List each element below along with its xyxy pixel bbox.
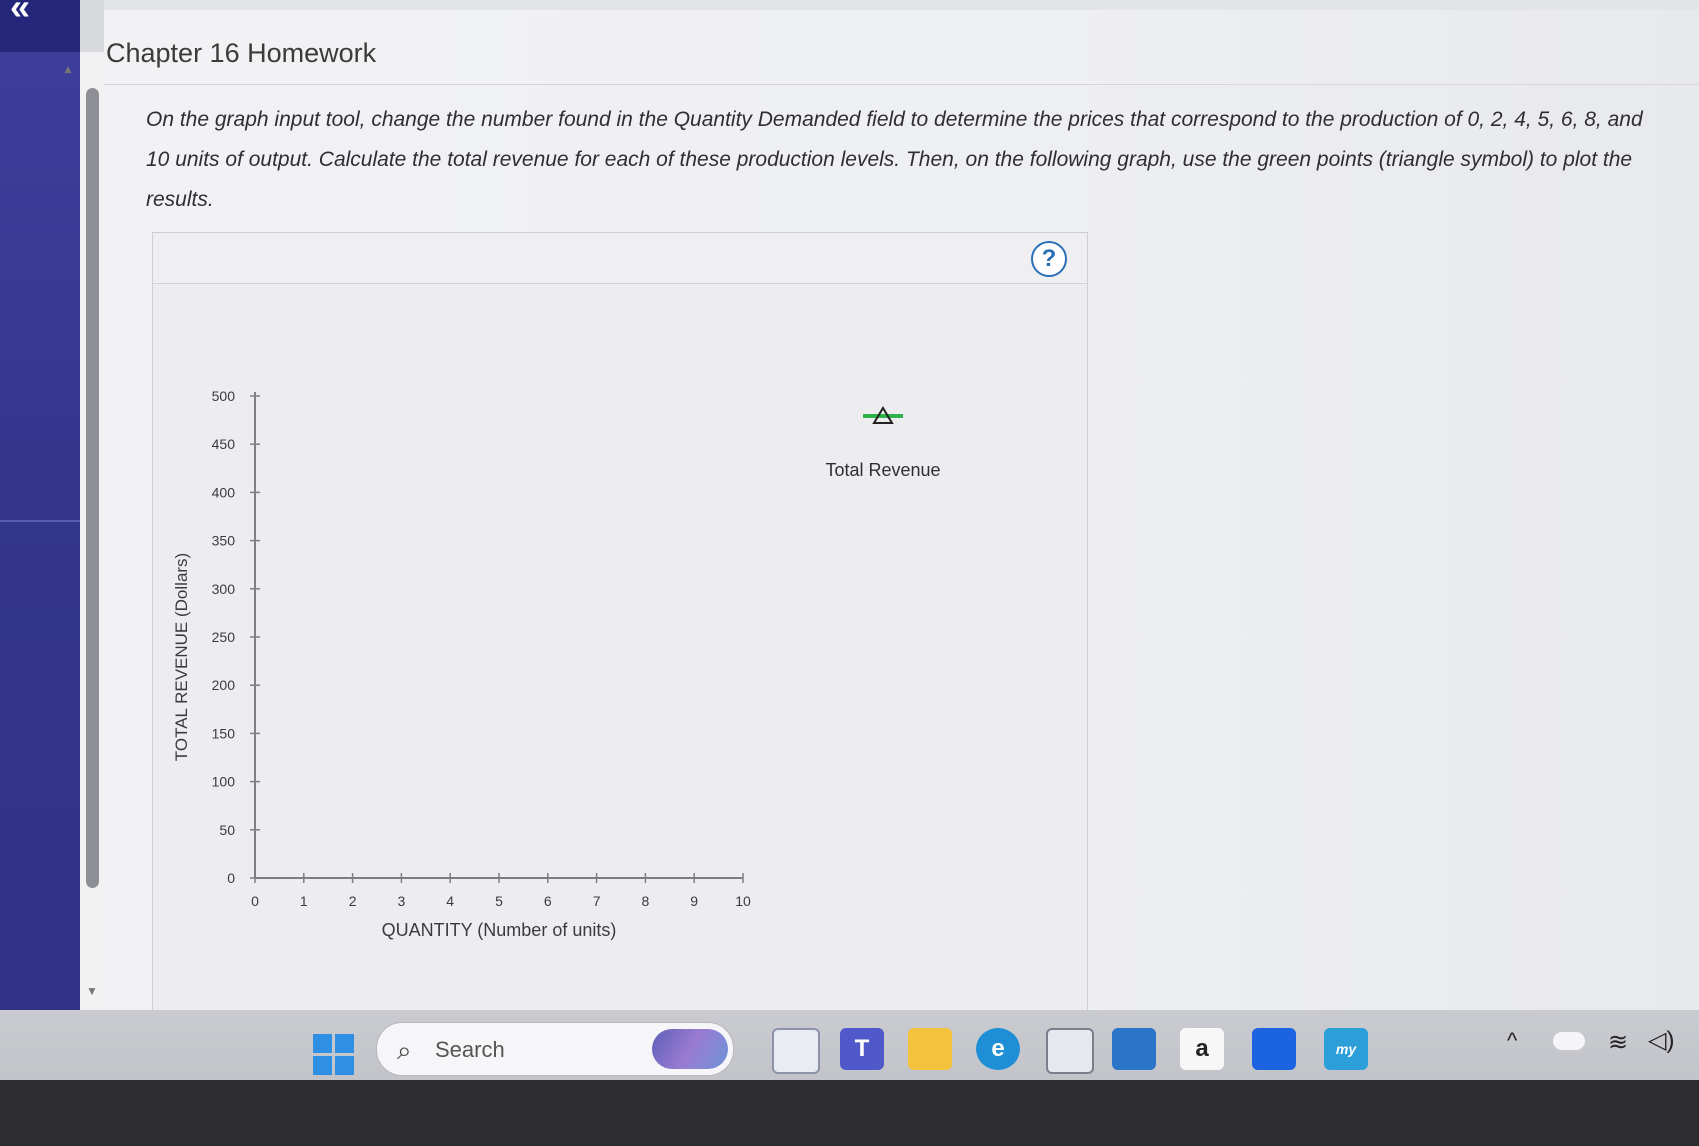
y-tick-label: 200 xyxy=(212,677,236,693)
y-tick-label: 250 xyxy=(212,629,236,645)
x-tick-label: 9 xyxy=(690,893,698,909)
onedrive-icon[interactable] xyxy=(1553,1032,1585,1050)
task-view-icon[interactable] xyxy=(772,1028,820,1074)
wifi-icon[interactable]: ≋ xyxy=(1608,1028,1628,1057)
y-tick-label: 500 xyxy=(212,388,236,404)
y-tick-label: 50 xyxy=(219,822,235,838)
y-tick-label: 300 xyxy=(212,581,236,597)
taskbar-search-input[interactable]: ⌕ Search xyxy=(376,1022,734,1076)
x-tick-label: 7 xyxy=(593,893,601,909)
title-divider xyxy=(104,84,1699,85)
x-tick-label: 5 xyxy=(495,893,503,909)
legend-label: Total Revenue xyxy=(825,460,940,480)
store-icon[interactable] xyxy=(1046,1028,1094,1074)
y-tick-label: 150 xyxy=(212,725,236,741)
teams-icon[interactable]: T xyxy=(840,1028,884,1070)
y-tick-label: 0 xyxy=(227,870,235,886)
page-title: Chapter 16 Homework xyxy=(106,38,377,68)
x-tick-label: 0 xyxy=(251,893,259,909)
desk-background xyxy=(0,1080,1699,1146)
mylab-icon[interactable]: my xyxy=(1324,1028,1368,1070)
x-tick-label: 8 xyxy=(642,893,650,909)
mail-icon[interactable] xyxy=(1112,1028,1156,1070)
y-tick-label: 400 xyxy=(212,484,236,500)
graph-panel-header: ? xyxy=(153,233,1087,284)
edge-icon[interactable]: e xyxy=(976,1028,1020,1070)
x-tick-label: 4 xyxy=(446,893,454,909)
volume-icon[interactable]: ◁) xyxy=(1648,1026,1674,1055)
left-sidebar: « xyxy=(0,0,80,1010)
x-tick-label: 6 xyxy=(544,893,552,909)
y-tick-label: 350 xyxy=(212,533,236,549)
dropbox-icon[interactable] xyxy=(1252,1028,1296,1070)
x-tick-label: 2 xyxy=(349,893,357,909)
y-axis-title: TOTAL REVENUE (Dollars) xyxy=(172,553,191,761)
tray-overflow-chevron-icon[interactable]: ^ xyxy=(1507,1028,1517,1054)
windows-start-icon[interactable] xyxy=(313,1034,355,1076)
search-placeholder: Search xyxy=(435,1037,505,1062)
help-button[interactable]: ? xyxy=(1031,241,1067,277)
scroll-down-arrow-icon[interactable]: ▼ xyxy=(86,984,98,998)
total-revenue-chart[interactable]: 0 50 100 150 200 250 300 350 400 450 500 0 1 2 3 4 5 6 7 8… xyxy=(153,284,1087,1010)
amazon-icon[interactable]: a xyxy=(1180,1028,1224,1070)
sidebar-divider xyxy=(0,520,80,522)
search-highlight-image xyxy=(652,1029,728,1069)
graph-input-panel: ? 0 50 100 150 200 250 300 350 400 450 500 0 1 2 3 4 5 6… xyxy=(152,232,1088,1012)
x-tick-label: 10 xyxy=(735,893,751,909)
collapse-chevron-icon[interactable]: « xyxy=(10,0,30,28)
x-tick-label: 1 xyxy=(300,893,308,909)
search-icon: ⌕ xyxy=(397,1035,412,1065)
y-tick-label: 100 xyxy=(212,774,236,790)
scrollbar-thumb[interactable] xyxy=(86,88,99,888)
homework-content: Chapter 16 Homework On the graph input t… xyxy=(104,0,1699,1012)
y-tick-label: 450 xyxy=(212,436,236,452)
file-explorer-icon[interactable] xyxy=(908,1028,952,1070)
taskbar: ⌕ Search Te a my ^ ≋ ◁) xyxy=(0,1010,1699,1080)
content-topbar xyxy=(104,0,1699,10)
scroll-up-arrow-icon[interactable]: ▲ xyxy=(62,62,74,76)
x-tick-label: 3 xyxy=(398,893,406,909)
question-instructions: On the graph input tool, change the numb… xyxy=(146,108,1643,211)
legend[interactable]: Total Revenue xyxy=(825,406,941,480)
x-axis-title: QUANTITY (Number of units) xyxy=(382,920,617,940)
